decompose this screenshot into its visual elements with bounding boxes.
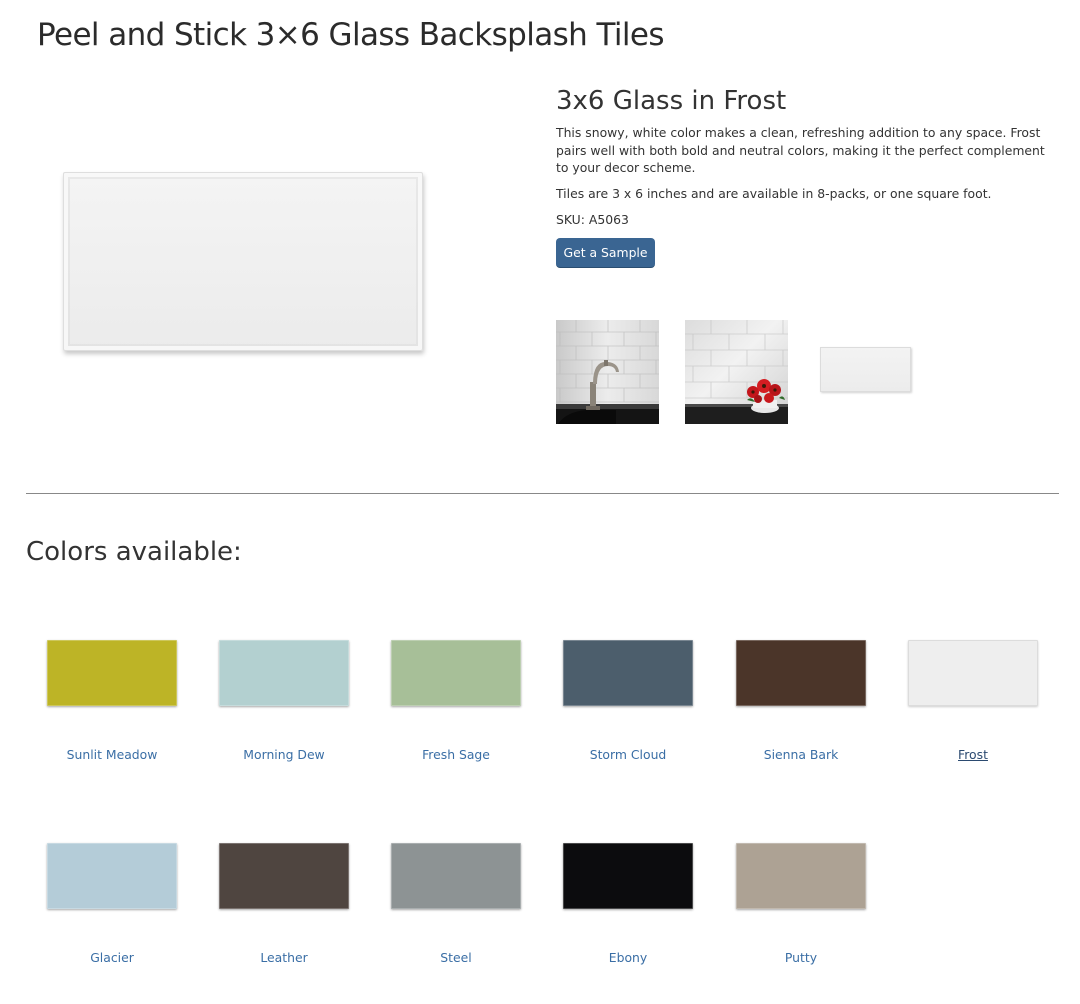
color-link-fresh-sage[interactable]: Fresh Sage [370, 747, 542, 763]
flowers-photo-image [685, 320, 788, 424]
color-link-morning-dew[interactable]: Morning Dew [198, 747, 370, 763]
color-swatch-sunlit-meadow[interactable] [47, 640, 177, 706]
thumbnail-faucet-photo[interactable] [556, 320, 659, 424]
color-link-putty[interactable]: Putty [715, 950, 887, 966]
color-link-glacier[interactable]: Glacier [26, 950, 198, 966]
product-sku: SKU: A5063 [556, 212, 629, 227]
thumbnail-frost-tile[interactable] [820, 347, 911, 392]
color-swatch-steel[interactable] [391, 843, 521, 909]
color-link-sienna-bark[interactable]: Sienna Bark [715, 747, 887, 763]
section-divider [26, 493, 1059, 494]
color-link-storm-cloud[interactable]: Storm Cloud [542, 747, 714, 763]
color-swatch-frost[interactable] [908, 640, 1038, 706]
color-link-steel[interactable]: Steel [370, 950, 542, 966]
color-link-frost[interactable]: Frost [887, 747, 1059, 763]
thumbnail-flowers-photo[interactable] [685, 320, 788, 424]
product-title: 3x6 Glass in Frost [556, 86, 787, 116]
get-sample-button[interactable]: Get a Sample [556, 238, 655, 268]
product-page: Peel and Stick 3×6 Glass Backsplash Tile… [0, 0, 1080, 1004]
color-link-sunlit-meadow[interactable]: Sunlit Meadow [26, 747, 198, 763]
color-swatch-glacier[interactable] [47, 843, 177, 909]
color-swatch-morning-dew[interactable] [219, 640, 349, 706]
color-link-ebony[interactable]: Ebony [542, 950, 714, 966]
main-product-image [63, 172, 423, 351]
color-swatch-ebony[interactable] [563, 843, 693, 909]
color-swatch-storm-cloud[interactable] [563, 640, 693, 706]
colors-heading: Colors available: [26, 537, 242, 567]
color-swatch-putty[interactable] [736, 843, 866, 909]
color-swatch-leather[interactable] [219, 843, 349, 909]
color-link-leather[interactable]: Leather [198, 950, 370, 966]
faucet-photo-image [556, 320, 659, 424]
product-size-info: Tiles are 3 x 6 inches and are available… [556, 186, 992, 201]
color-swatch-sienna-bark[interactable] [736, 640, 866, 706]
product-description: This snowy, white color makes a clean, r… [556, 125, 1045, 176]
color-swatch-fresh-sage[interactable] [391, 640, 521, 706]
page-title: Peel and Stick 3×6 Glass Backsplash Tile… [37, 17, 665, 53]
